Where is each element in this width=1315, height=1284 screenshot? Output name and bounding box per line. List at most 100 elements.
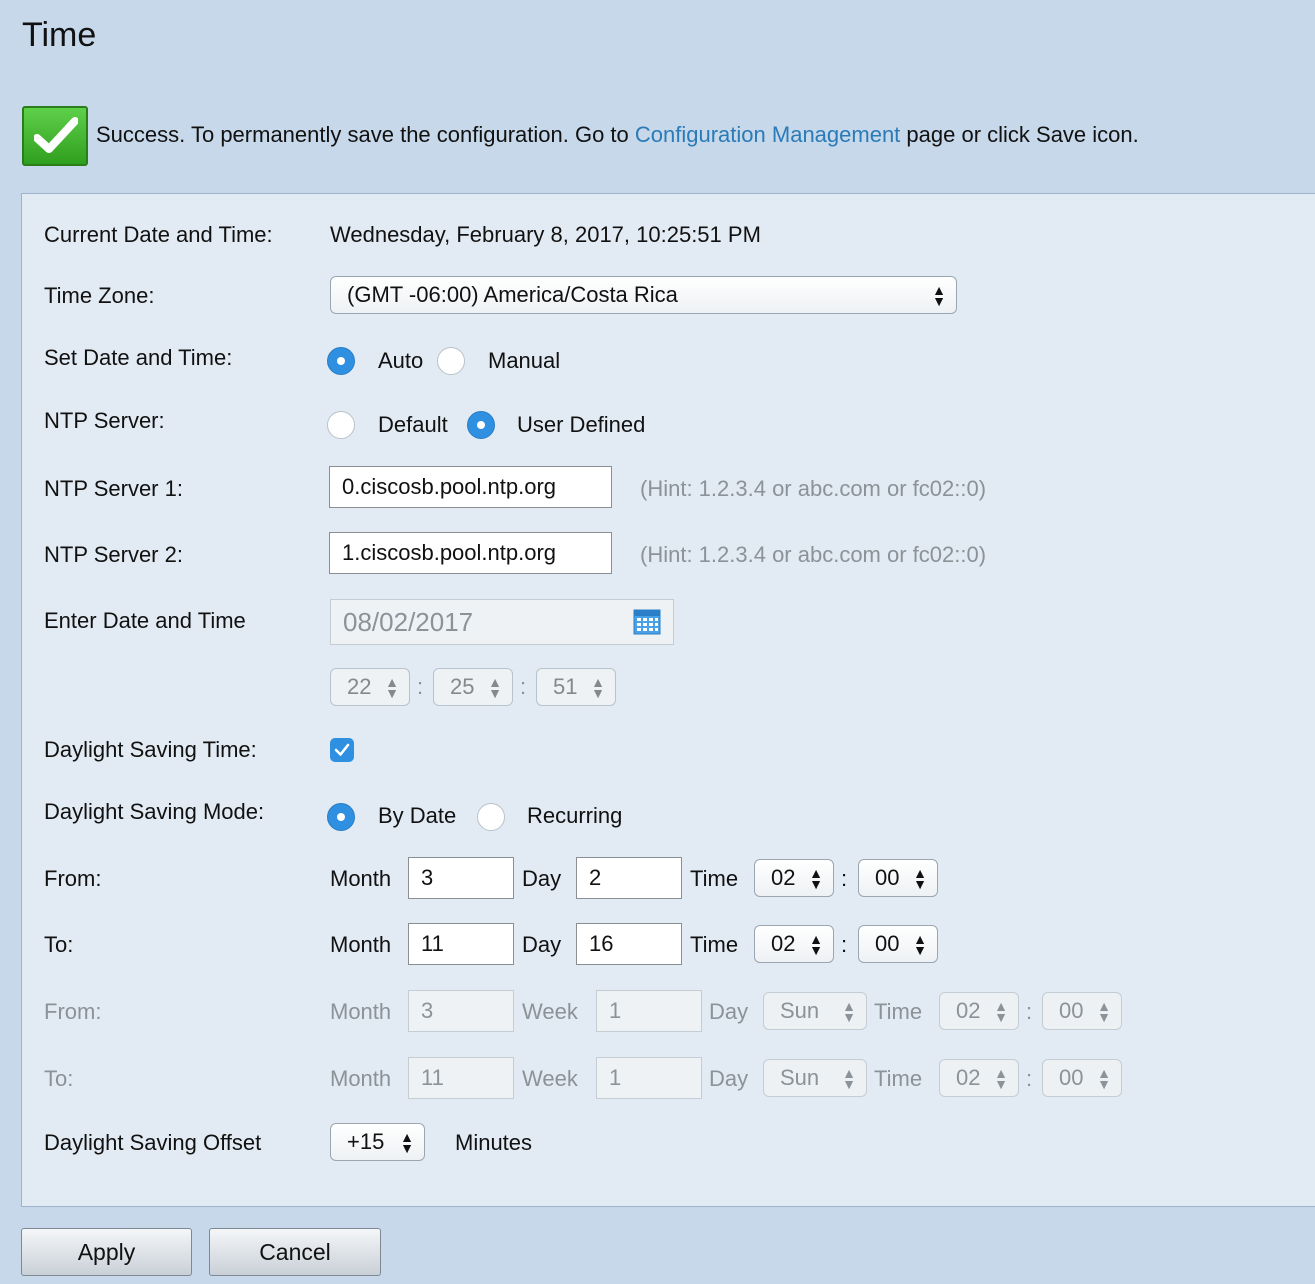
from-day-input[interactable]: 2	[576, 857, 682, 899]
to-rec-week-input[interactable]: 1	[596, 1057, 702, 1099]
to-hour-select[interactable]: 02 ▲ ▼	[754, 925, 834, 963]
to-minute-select[interactable]: 00 ▲ ▼	[858, 925, 938, 963]
day-label: Day	[709, 1066, 749, 1091]
success-message: Success. To permanently save the configu…	[96, 122, 1139, 148]
time-colon: :	[1026, 1066, 1033, 1091]
updown-arrows-icon: ▲ ▼	[913, 865, 927, 892]
time-colon: :	[417, 674, 424, 699]
manual-radio[interactable]	[437, 347, 465, 375]
configuration-management-link[interactable]: Configuration Management	[635, 122, 900, 147]
minute-spinner[interactable]: 25 ▲ ▼	[433, 668, 513, 706]
time-colon: :	[841, 866, 848, 891]
set-date-time-label: Set Date and Time:	[44, 345, 233, 370]
to-rec-day-select[interactable]: Sun ▲ ▼	[763, 1059, 867, 1097]
updown-arrows-icon: ▲ ▼	[809, 865, 823, 892]
minute-value: 25	[450, 674, 475, 699]
from-rec-month-input[interactable]: 3	[408, 990, 514, 1032]
enter-date-time-label: Enter Date and Time	[44, 608, 246, 633]
from-rec-day-value: Sun	[780, 998, 820, 1023]
from-rec-hour-value: 02	[956, 998, 981, 1023]
user-defined-radio[interactable]	[467, 411, 495, 439]
date-value: 08/02/2017	[343, 607, 474, 637]
recurring-radio[interactable]	[477, 803, 505, 831]
to-rec-month-input[interactable]: 11	[408, 1057, 514, 1099]
daylight-saving-checkbox[interactable]	[330, 738, 354, 762]
calendar-icon[interactable]	[633, 609, 661, 635]
day-label: Day	[522, 866, 562, 891]
time-label: Time	[690, 932, 739, 957]
from-rec-hour-select[interactable]: 02 ▲ ▼	[939, 992, 1019, 1030]
to-date-label: To:	[44, 932, 74, 957]
from-rec-day-select[interactable]: Sun ▲ ▼	[763, 992, 867, 1030]
default-radio[interactable]	[327, 411, 355, 439]
current-date-time-label: Current Date and Time:	[44, 222, 273, 247]
from-rec-minute-value: 00	[1059, 998, 1084, 1023]
time-label: Time	[690, 866, 739, 891]
offset-value: +15	[347, 1129, 385, 1154]
by-date-radio[interactable]	[327, 803, 355, 831]
to-month-input[interactable]: 11	[408, 923, 514, 965]
by-date-label: By Date	[378, 803, 457, 828]
from-rec-minute-select[interactable]: 00 ▲ ▼	[1042, 992, 1122, 1030]
updown-arrows-icon: ▲ ▼	[591, 674, 605, 701]
daylight-saving-mode-label: Daylight Saving Mode:	[44, 799, 265, 824]
updown-arrows-icon: ▲ ▼	[994, 1065, 1008, 1092]
auto-label: Auto	[378, 348, 424, 373]
month-label: Month	[330, 932, 392, 957]
to-rec-minute-select[interactable]: 00 ▲ ▼	[1042, 1059, 1122, 1097]
time-colon: :	[520, 674, 527, 699]
success-text: Success. To permanently save the configu…	[96, 122, 635, 147]
from-hour-value: 02	[771, 865, 796, 890]
second-spinner[interactable]: 51 ▲ ▼	[536, 668, 616, 706]
updown-arrows-icon: ▲ ▼	[913, 931, 927, 958]
time-zone-label: Time Zone:	[44, 283, 155, 308]
time-zone-value: (GMT -06:00) America/Costa Rica	[347, 282, 678, 307]
time-label: Time	[874, 1066, 923, 1091]
to-rec-day-value: Sun	[780, 1065, 820, 1090]
week-label: Week	[522, 1066, 578, 1091]
updown-arrows-icon: ▲ ▼	[994, 998, 1008, 1025]
to-day-input[interactable]: 16	[576, 923, 682, 965]
time-colon: :	[841, 932, 848, 957]
from-month-input[interactable]: 3	[408, 857, 514, 899]
current-date-time-value: Wednesday, February 8, 2017, 10:25:51 PM	[330, 222, 761, 247]
cancel-button[interactable]: Cancel	[209, 1228, 381, 1276]
auto-radio[interactable]	[327, 347, 355, 375]
time-zone-select[interactable]: (GMT -06:00) America/Costa Rica ▲ ▼	[330, 276, 957, 314]
from-rec-week-input[interactable]: 1	[596, 990, 702, 1032]
day-label: Day	[709, 999, 749, 1024]
second-value: 51	[553, 674, 578, 699]
updown-arrows-icon: ▲ ▼	[842, 1065, 856, 1092]
month-label: Month	[330, 866, 392, 891]
updown-arrows-icon: ▲ ▼	[1097, 998, 1111, 1025]
date-input[interactable]: 08/02/2017	[330, 599, 674, 645]
user-defined-label: User Defined	[517, 412, 646, 437]
updown-arrows-icon: ▲ ▼	[488, 674, 502, 701]
from-hour-select[interactable]: 02 ▲ ▼	[754, 859, 834, 897]
updown-arrows-icon: ▲ ▼	[385, 674, 399, 701]
time-colon: :	[1026, 999, 1033, 1024]
time-label: Time	[874, 999, 923, 1024]
recurring-label: Recurring	[527, 803, 623, 828]
success-checkmark-icon	[22, 106, 88, 166]
page-title: Time	[22, 16, 97, 54]
ntp-server-2-input[interactable]: 1.ciscosb.pool.ntp.org	[329, 532, 612, 574]
day-label: Day	[522, 932, 562, 957]
updown-arrows-icon: ▲ ▼	[932, 282, 946, 309]
ntp-server-label: NTP Server:	[44, 408, 165, 433]
month-label: Month	[330, 1066, 392, 1091]
ntp-server-1-hint: (Hint: 1.2.3.4 or abc.com or fc02::0)	[640, 476, 987, 501]
to-rec-hour-select[interactable]: 02 ▲ ▼	[939, 1059, 1019, 1097]
month-label: Month	[330, 999, 392, 1024]
from-minute-select[interactable]: 00 ▲ ▼	[858, 859, 938, 897]
offset-select[interactable]: +15 ▲ ▼	[330, 1123, 425, 1161]
manual-label: Manual	[488, 348, 561, 373]
to-minute-value: 00	[875, 931, 900, 956]
minutes-label: Minutes	[455, 1130, 533, 1155]
from-minute-value: 00	[875, 865, 900, 890]
ntp-server-1-input[interactable]: 0.ciscosb.pool.ntp.org	[329, 466, 612, 508]
to-hour-value: 02	[771, 931, 796, 956]
hour-spinner[interactable]: 22 ▲ ▼	[330, 668, 410, 706]
apply-button[interactable]: Apply	[21, 1228, 192, 1276]
hour-value: 22	[347, 674, 372, 699]
